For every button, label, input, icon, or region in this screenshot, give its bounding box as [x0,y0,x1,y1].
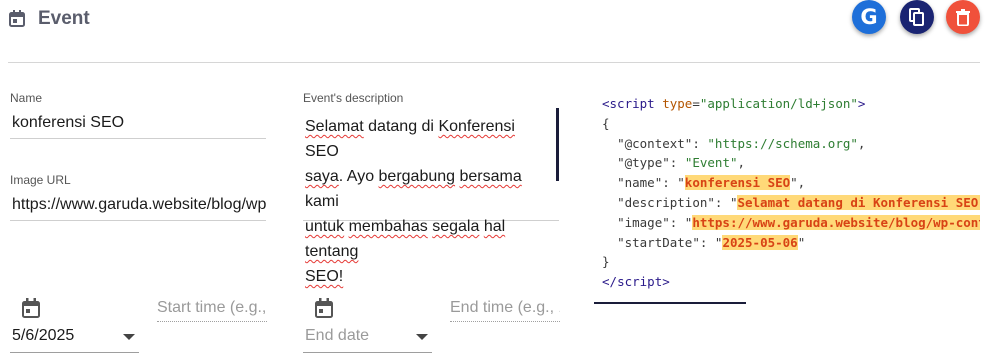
copy-icon [909,8,924,26]
end-date-placeholder: End date [305,327,370,344]
description-text: Selamat datang di Konferensi SEO saya. Ay… [305,114,549,289]
description-token: . Ayo [338,168,379,185]
start-date-select[interactable]: 5/6/2025 [10,323,139,353]
name-input[interactable]: konferensi SEO [10,112,266,139]
calendar-icon[interactable] [315,298,333,318]
description-label: Event's description [303,91,404,105]
json-ld-preview: <script type="application/ld+json"> { "@… [602,94,980,298]
description-textarea[interactable]: Selamat datang di Konferensi SEO saya. Ay… [303,108,559,285]
description-token: segala [432,218,480,235]
description-token: hal [483,218,506,235]
code-description-value: Selamat datang di Konferensi SEO saya. A… [737,194,980,210]
google-button[interactable]: G [852,0,886,34]
calendar-icon[interactable] [22,298,40,318]
code-image-value: https://www.garuda.website/blog/wp-conte… [692,214,980,230]
description-token: untuk [305,218,345,235]
start-date-value: 5/6/2025 [12,327,75,344]
page-title: Event [38,8,90,29]
description-token: kami [305,193,339,210]
delete-button[interactable] [946,0,980,34]
editor-header: Event G [0,0,1000,62]
description-token: Konferensi [438,118,515,135]
header-divider [8,62,980,63]
code-scrollbar[interactable] [594,302,746,304]
description-scrollbar[interactable] [556,108,559,181]
description-token: Selamat [305,118,364,135]
google-icon: G [860,4,878,29]
description-token: tentang [305,243,359,260]
end-time-input[interactable]: End time (e.g., 12:00) [450,298,560,322]
description-token: bersama [459,168,522,185]
description-token: membahas [348,218,428,235]
copy-button[interactable] [900,0,934,34]
code-name-value: konferensi SEO [684,175,791,191]
name-label: Name [10,91,43,105]
image-url-input[interactable]: https://www.garuda.website/blog/wp [10,193,266,221]
end-date-select[interactable]: End date [303,323,432,353]
calendar-icon [9,10,25,27]
description-token: SEO! [305,268,344,285]
description-token: bergabung [378,168,456,185]
description-token: saya [305,168,339,185]
image-url-label: Image URL [10,173,71,187]
start-time-input[interactable]: Start time (e.g., 12:00) [157,298,267,322]
description-token: SEO [305,143,339,160]
description-token: datang di [363,118,439,135]
dropdown-caret-icon [416,334,428,340]
dropdown-caret-icon [123,334,135,340]
code-startdate-value: 2025-05-06 [722,234,798,250]
delete-icon [956,8,970,26]
